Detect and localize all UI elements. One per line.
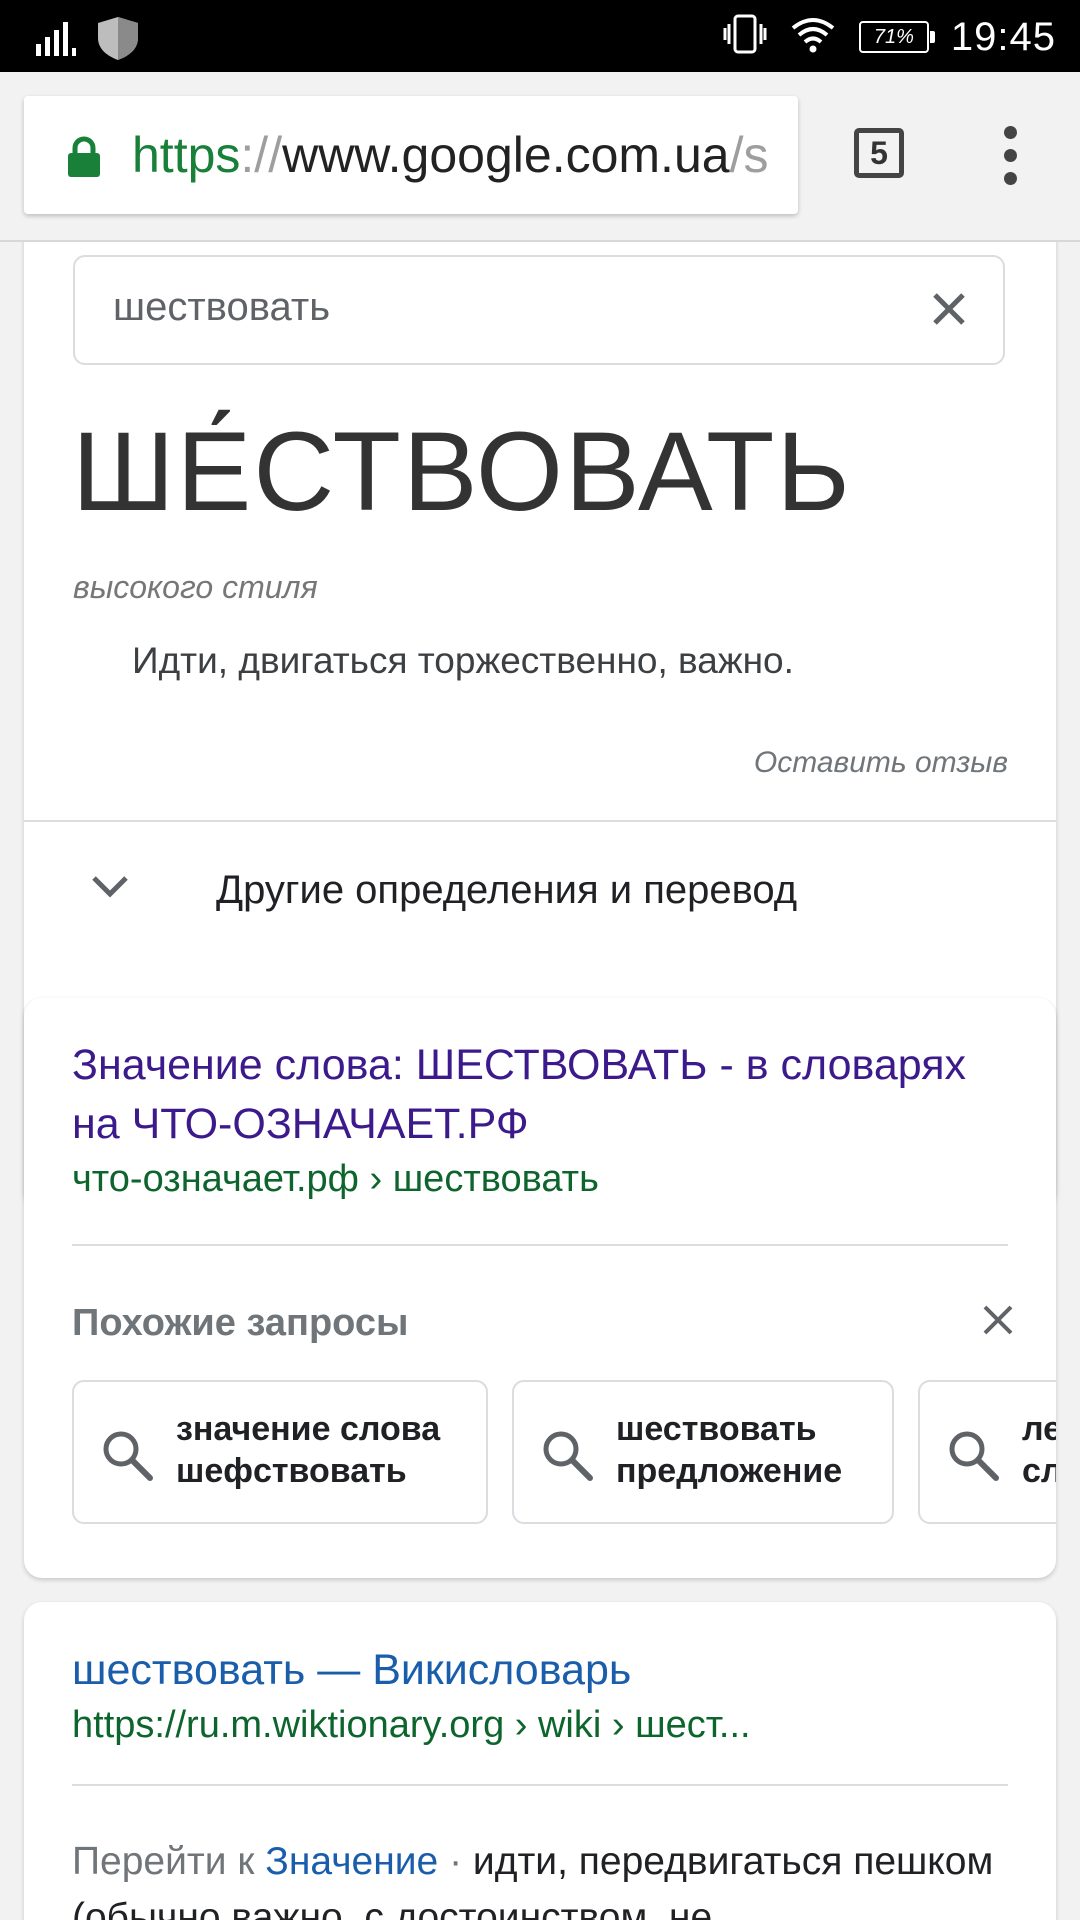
- status-bar: 71% 19:45: [0, 0, 1080, 72]
- search-icon: [540, 1428, 596, 1489]
- more-definitions-button[interactable]: Другие определения и перевод: [24, 822, 1056, 962]
- search-result-card: Значение слова: ШЕСТВОВАТЬ - в словарях …: [24, 998, 1056, 1578]
- style-note: высокого стиля: [73, 569, 318, 605]
- wifi-icon: [789, 14, 837, 59]
- url-path: /s: [729, 127, 769, 183]
- related-search-label: шествовать предложение: [616, 1410, 843, 1490]
- related-search-chip[interactable]: значение слова шефствовать: [72, 1380, 488, 1524]
- search-icon: [946, 1428, 1002, 1489]
- snippet-section-link[interactable]: Значение: [265, 1840, 438, 1883]
- vibrate-icon: [723, 12, 767, 61]
- lock-icon[interactable]: [66, 136, 102, 183]
- battery-icon: 71%: [858, 20, 935, 53]
- search-result-card: шествовать — Викисловарь https://ru.m.wi…: [24, 1602, 1056, 1920]
- feedback-link[interactable]: Оставить отзыв: [754, 746, 1008, 780]
- headword: ШЕ́СТВОВАТЬ: [72, 409, 852, 534]
- definition: Идти, двигаться торжественно, важно.: [132, 640, 794, 681]
- result-title-link[interactable]: шествовать — Викисловарь: [72, 1646, 631, 1695]
- more-definitions-label: Другие определения и перевод: [216, 868, 798, 912]
- url-separator: ://: [240, 127, 283, 183]
- related-searches-list: значение слова шефствовать шествовать пр…: [72, 1380, 1056, 1530]
- status-time: 19:45: [950, 14, 1056, 59]
- related-search-label: ле сл: [1022, 1410, 1056, 1490]
- related-search-chip[interactable]: ле сл: [918, 1380, 1056, 1524]
- dictionary-search-input[interactable]: шествовать: [73, 255, 1005, 365]
- search-icon: [100, 1428, 156, 1489]
- page-content: шествовать ШЕ́СТВОВАТЬ высокого стиля Ид…: [0, 242, 1080, 1920]
- related-search-chip[interactable]: шествовать предложение: [512, 1380, 894, 1524]
- snippet-separator: ·: [438, 1840, 473, 1883]
- tab-switcher-button[interactable]: 5: [854, 128, 904, 178]
- more-menu-icon[interactable]: [998, 126, 1024, 186]
- result-url[interactable]: что-означает.рф › шествовать: [72, 1158, 599, 1201]
- url-host: www.google.com.ua: [282, 127, 730, 183]
- signal-icon: [34, 18, 80, 63]
- result-snippet: Перейти к Значение · идти, передвигаться…: [72, 1834, 1012, 1920]
- url-scheme: https: [132, 127, 241, 183]
- dictionary-query: шествовать: [113, 285, 331, 329]
- divider: [72, 1784, 1008, 1786]
- result-url[interactable]: https://ru.m.wiktionary.org › wiki › шес…: [72, 1704, 751, 1747]
- close-icon[interactable]: [982, 1304, 1014, 1341]
- url-text[interactable]: https://www.google.com.ua/s: [132, 124, 768, 186]
- chevron-down-icon: [90, 872, 130, 907]
- clear-icon[interactable]: [931, 291, 967, 332]
- snippet-prefix: Перейти к: [72, 1840, 266, 1883]
- result-title-link[interactable]: Значение слова: ШЕСТВОВАТЬ - в словарях …: [72, 1036, 992, 1154]
- related-searches-heading: Похожие запросы: [72, 1302, 409, 1344]
- related-search-label: значение слова шефствовать: [176, 1410, 441, 1490]
- browser-toolbar: https://www.google.com.ua/s 5: [0, 72, 1080, 242]
- shield-icon: [94, 14, 142, 67]
- divider: [72, 1244, 1008, 1246]
- address-bar[interactable]: https://www.google.com.ua/s: [24, 96, 798, 214]
